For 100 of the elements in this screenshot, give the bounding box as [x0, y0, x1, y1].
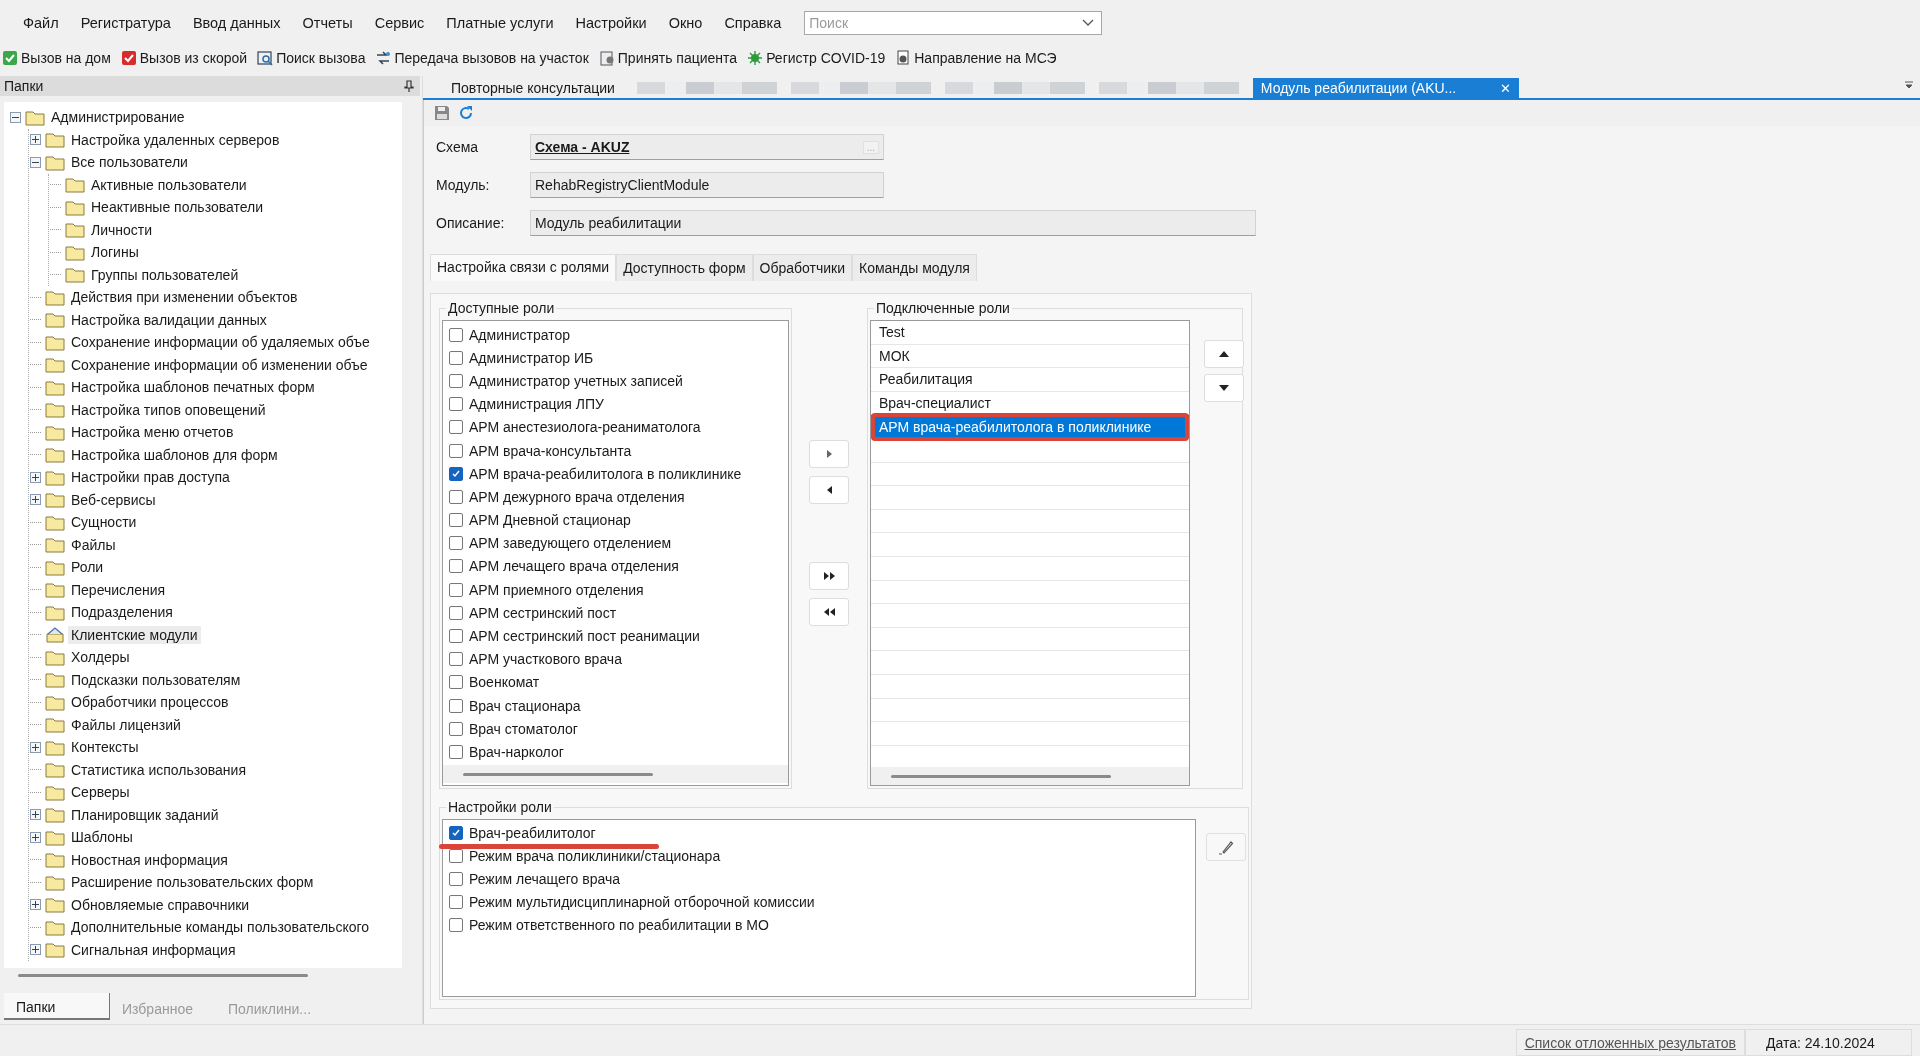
checkbox[interactable]: [449, 350, 463, 365]
tab-list-icon[interactable]: [1904, 80, 1914, 90]
text-field[interactable]: Модуль реабилитации: [530, 210, 1256, 236]
checkbox[interactable]: [449, 629, 463, 644]
search-field[interactable]: Поиск: [804, 11, 1103, 35]
tree-item[interactable]: Группы пользователей: [88, 265, 242, 284]
tree-item[interactable]: Настройки прав доступа: [68, 468, 233, 487]
checkbox[interactable]: [449, 489, 463, 504]
list-row[interactable]: Врач-специалист: [871, 391, 1189, 416]
move-all-left-button[interactable]: [809, 598, 850, 626]
expander-toggle[interactable]: [30, 741, 41, 753]
checkbox[interactable]: [449, 443, 463, 458]
tree-item[interactable]: Планировщик заданий: [68, 805, 222, 824]
checkbox[interactable]: [449, 397, 463, 412]
tree-item[interactable]: Дополнительные команды пользовательского: [68, 918, 373, 937]
tree-item[interactable]: Статистика использования: [68, 760, 249, 779]
move-up-button[interactable]: [1204, 340, 1244, 368]
tree-item[interactable]: Холдеры: [68, 648, 133, 667]
tree-item[interactable]: Обработчики процессов: [68, 693, 232, 712]
panel-tab[interactable]: Папки: [4, 993, 110, 1020]
move-down-button[interactable]: [1204, 374, 1244, 402]
tree-item[interactable]: Настройка удаленных серверов: [68, 130, 283, 149]
document-tab[interactable]: Повторные консультации: [443, 78, 623, 98]
tree-item[interactable]: Личности: [88, 220, 156, 239]
checkbox[interactable]: [449, 652, 463, 667]
tree-item[interactable]: Расширение пользовательских форм: [68, 873, 317, 892]
tree-item[interactable]: Веб-сервисы: [68, 490, 159, 509]
expander-toggle[interactable]: [30, 471, 41, 483]
expander-toggle[interactable]: [30, 134, 41, 146]
checkbox[interactable]: [449, 513, 463, 528]
expander-toggle[interactable]: [30, 494, 41, 506]
checkbox[interactable]: [449, 675, 463, 690]
scrollbar[interactable]: [463, 772, 653, 776]
checkbox[interactable]: [449, 917, 463, 932]
tree-item[interactable]: Контексты: [68, 738, 142, 757]
tree-item[interactable]: Настройка шаблонов для форм: [68, 445, 281, 464]
menu-item[interactable]: Регистратура: [69, 15, 182, 31]
expander-toggle[interactable]: [30, 156, 41, 168]
checkbox[interactable]: [449, 327, 463, 342]
list-row[interactable]: Test: [871, 321, 1189, 345]
tab[interactable]: Обработчики: [752, 254, 852, 281]
tree-item[interactable]: Подсказки пользователям: [68, 670, 244, 689]
tree-item[interactable]: Сохранение информации об изменении объе: [68, 355, 371, 374]
tree-item[interactable]: Сущности: [68, 513, 140, 532]
tree-item[interactable]: Все пользователи: [68, 153, 191, 172]
expander-toggle[interactable]: [30, 809, 41, 821]
menu-item[interactable]: Сервис: [363, 15, 436, 31]
tree-item[interactable]: Новостная информация: [68, 850, 231, 869]
tree-item[interactable]: Серверы: [68, 783, 133, 802]
menu-item[interactable]: Настройки: [564, 15, 658, 31]
tree-item[interactable]: Активные пользователи: [88, 175, 250, 194]
expander-toggle[interactable]: [30, 944, 41, 956]
list-row[interactable]: МОК: [871, 344, 1189, 369]
menu-item[interactable]: Окно: [657, 15, 714, 31]
tree-item[interactable]: Настройка валидации данных: [68, 310, 270, 329]
tree-item[interactable]: Шаблоны: [68, 828, 136, 847]
document-tab[interactable]: Модуль реабилитации (AKU... ✕: [1252, 78, 1519, 98]
tree-item[interactable]: Настройка шаблонов печатных форм: [68, 378, 318, 397]
toolbar-button[interactable]: Поиск вызова: [257, 50, 366, 66]
expander-toggle[interactable]: [30, 899, 41, 911]
tree-item[interactable]: Подразделения: [68, 603, 176, 622]
checkbox[interactable]: [449, 872, 463, 886]
toolbar-button[interactable]: Вызов на дом: [2, 50, 111, 66]
toolbar-button[interactable]: Принять пациента: [598, 50, 738, 66]
menu-item[interactable]: Платные услуги: [435, 15, 565, 31]
checkbox[interactable]: [449, 559, 463, 574]
tree-item[interactable]: Неактивные пользователи: [88, 198, 266, 217]
move-all-right-button[interactable]: [809, 562, 850, 590]
checkbox[interactable]: [449, 536, 463, 551]
link[interactable]: Список отложенных результатов: [1515, 1029, 1745, 1056]
refresh-icon[interactable]: [458, 105, 474, 121]
checkbox[interactable]: [449, 721, 463, 736]
close-button[interactable]: ✕: [1499, 80, 1511, 96]
tree-item[interactable]: Настройка меню отчетов: [68, 423, 237, 442]
tree-item[interactable]: Логины: [88, 243, 142, 262]
scrollbar[interactable]: [18, 973, 308, 977]
tab[interactable]: Доступность форм: [616, 254, 753, 281]
tree-item[interactable]: Администрирование: [48, 108, 188, 127]
checkbox[interactable]: [449, 894, 463, 909]
text-field[interactable]: RehabRegistryClientModule: [530, 172, 884, 198]
lookup-field[interactable]: Схема - AKUZ ...: [530, 134, 884, 160]
pin-icon[interactable]: [404, 80, 414, 92]
tree-item[interactable]: Сохранение информации об удаляемых объе: [68, 333, 373, 352]
toolbar-button[interactable]: Направление на МСЭ: [895, 50, 1057, 66]
checkbox[interactable]: [449, 698, 463, 713]
checkbox[interactable]: [449, 744, 463, 759]
checkbox[interactable]: [449, 466, 463, 481]
checkbox[interactable]: [449, 605, 463, 620]
tree-item[interactable]: Действия при изменении объектов: [68, 288, 301, 307]
checkbox[interactable]: [449, 420, 463, 435]
menu-item[interactable]: Ввод данных: [181, 15, 292, 31]
expander-toggle[interactable]: [10, 111, 21, 123]
menu-item[interactable]: Файл: [12, 15, 70, 31]
tree-item[interactable]: Настройка типов оповещений: [68, 400, 269, 419]
checkbox[interactable]: [449, 849, 463, 864]
list-row[interactable]: Реабилитация: [871, 368, 1189, 392]
checkbox[interactable]: [449, 582, 463, 597]
tab[interactable]: Настройка связи с ролями: [430, 254, 617, 281]
tab[interactable]: Команды модуля: [852, 254, 977, 281]
tree-item[interactable]: Обновляемые справочники: [68, 895, 253, 914]
